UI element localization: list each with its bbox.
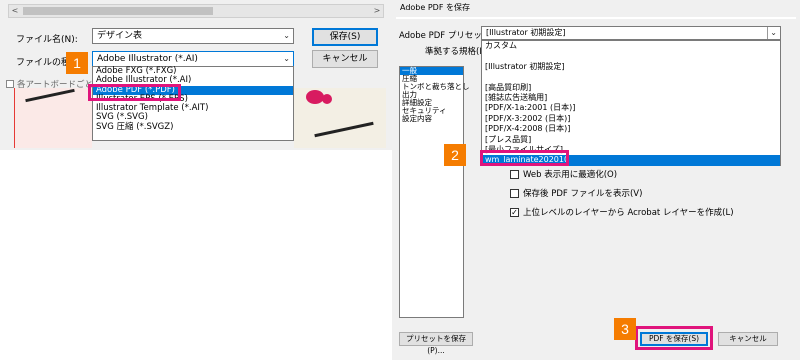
option-label: 保存後 PDF ファイルを表示(V) bbox=[523, 189, 643, 199]
preset-dropdown-list[interactable]: カスタム [Illustrator 初期設定] [高品質印刷] [雑誌広告送稿用] [P… bbox=[481, 40, 781, 166]
save-preset-button[interactable]: プリセットを保存(P)... bbox=[399, 332, 473, 355]
filename-input[interactable]: デザイン表 ⌄ bbox=[92, 28, 294, 44]
checkbox-icon[interactable] bbox=[6, 80, 14, 88]
filetype-select[interactable]: Adobe Illustrator (*.AI) ⌄ bbox=[92, 51, 294, 67]
artwork-blob bbox=[322, 94, 332, 104]
chevron-down-icon[interactable]: ⌄ bbox=[767, 27, 777, 39]
filename-label: ファイル名(N): bbox=[16, 35, 78, 45]
save-button[interactable]: 保存(S) bbox=[312, 28, 378, 46]
filetype-selected: Adobe Illustrator (*.AI) bbox=[97, 54, 198, 64]
horizontal-scrollbar[interactable]: < > bbox=[8, 4, 384, 18]
scrollbar-thumb[interactable] bbox=[23, 7, 213, 15]
option-checkbox[interactable]: Web 表示用に最適化(O) bbox=[510, 168, 734, 180]
option-checkbox[interactable]: 保存後 PDF ファイルを表示(V) bbox=[510, 187, 734, 199]
preset-value: [Illustrator 初期設定] bbox=[486, 28, 566, 37]
pdf-save-dialog: Adobe PDF を保存 Adobe PDF プリセット(A): [Illus… bbox=[392, 0, 800, 360]
highlight-box bbox=[88, 84, 181, 101]
checkbox-icon[interactable]: ✓ bbox=[510, 207, 519, 217]
option-label: 上位レベルのレイヤーから Acrobat レイヤーを作成(L) bbox=[523, 208, 734, 218]
checkbox-icon[interactable] bbox=[510, 188, 519, 198]
filename-value: デザイン表 bbox=[97, 31, 143, 41]
options-group: Web 表示用に最適化(O) 保存後 PDF ファイルを表示(V) ✓ 上位レベルのレ… bbox=[510, 168, 734, 218]
preset-option[interactable]: [プレス品質] bbox=[482, 135, 780, 145]
preset-option[interactable] bbox=[482, 72, 780, 82]
preset-option[interactable]: [PDF/X-3:2002 (日本)] bbox=[482, 114, 780, 124]
preset-option[interactable] bbox=[482, 51, 780, 61]
preset-select[interactable]: [Illustrator 初期設定] ⌄ bbox=[481, 26, 781, 40]
step-badge-1: 1 bbox=[66, 52, 88, 74]
highlight-box bbox=[635, 326, 713, 350]
preset-option[interactable]: [PDF/X-4:2008 (日本)] bbox=[482, 124, 780, 134]
preset-option[interactable]: [高品質印刷] bbox=[482, 83, 780, 93]
option-checkbox[interactable]: ✓ 上位レベルのレイヤーから Acrobat レイヤーを作成(L) bbox=[510, 206, 734, 218]
step-badge-2: 2 bbox=[444, 144, 466, 166]
title-divider bbox=[396, 17, 796, 19]
preset-option[interactable]: [Illustrator 初期設定] bbox=[482, 62, 780, 72]
preset-option[interactable]: [PDF/X-1a:2001 (日本)] bbox=[482, 103, 780, 113]
cancel-button[interactable]: キャンセル bbox=[312, 50, 378, 68]
chevron-down-icon[interactable]: ⌄ bbox=[283, 52, 290, 66]
checkbox-icon[interactable] bbox=[510, 169, 519, 179]
chevron-down-icon[interactable]: ⌄ bbox=[283, 29, 290, 43]
artwork-preview bbox=[14, 88, 92, 148]
artwork-stroke bbox=[25, 88, 75, 103]
save-dialog: < > ファイル名(N): デザイン表 ⌄ ファイルの種類 Adobe Illu… bbox=[0, 0, 392, 150]
cancel-button[interactable]: キャンセル bbox=[718, 332, 778, 346]
filetype-dropdown-list[interactable]: Adobe FXG (*.FXG) Adobe Illustrator (*.AI… bbox=[92, 66, 294, 141]
step-badge-3: 3 bbox=[614, 318, 636, 340]
filetype-option[interactable]: SVG 圧縮 (*.SVGZ) bbox=[93, 122, 293, 132]
preset-option[interactable]: カスタム bbox=[482, 41, 780, 51]
scroll-left-icon[interactable]: < bbox=[9, 5, 21, 17]
window-title: Adobe PDF を保存 bbox=[400, 3, 470, 12]
artwork-stroke bbox=[314, 121, 374, 138]
scroll-right-icon[interactable]: > bbox=[371, 5, 383, 17]
settings-nav-list[interactable]: 一般 圧縮 トンボと裁ち落とし 出力 詳細設定 セキュリティ 設定内容 bbox=[399, 66, 470, 318]
option-label: Web 表示用に最適化(O) bbox=[523, 170, 618, 180]
artwork-preview-right bbox=[294, 88, 386, 148]
highlight-box bbox=[480, 150, 569, 166]
nav-item[interactable]: 設定内容 bbox=[400, 115, 463, 123]
preset-option[interactable]: [雑誌広告送稿用] bbox=[482, 93, 780, 103]
